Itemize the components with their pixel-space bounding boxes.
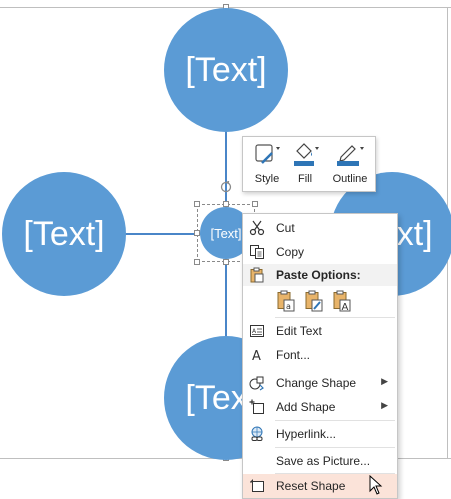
hyperlink-icon [249, 426, 265, 442]
fill-button[interactable]: Fill [287, 141, 323, 189]
edit-text-icon: A [249, 323, 265, 339]
menu-item-save-as-picture-label: Save as Picture... [276, 454, 371, 468]
paste-keep-source-icon[interactable] [304, 290, 324, 312]
fill-bucket-icon [290, 141, 320, 167]
circle-top[interactable]: [Text] [164, 8, 288, 132]
copy-icon [249, 244, 265, 260]
circle-left[interactable]: [Text] [2, 172, 126, 296]
mouse-cursor-icon [369, 474, 383, 495]
menu-item-hyperlink-label: Hyperlink... [276, 427, 337, 441]
slide-canvas[interactable]: [Text] [Text] [Text] [Text] [Text] [0, 0, 451, 499]
outline-label: Outline [332, 173, 368, 185]
menu-item-add-shape-label: Add Shape [276, 400, 336, 414]
menu-item-font-label: Font... [276, 348, 311, 362]
menu-item-copy[interactable]: Copy [243, 240, 397, 264]
resize-handle-bl[interactable] [194, 259, 200, 265]
connector-top [225, 130, 227, 210]
style-button[interactable]: Style [249, 141, 285, 189]
menu-item-change-shape-label: Change Shape [276, 376, 357, 390]
add-shape-icon [249, 399, 265, 415]
circle-left-label: [Text] [23, 214, 105, 253]
menu-item-font[interactable]: A Font... [243, 343, 397, 367]
paste-destination-theme-icon[interactable]: a [276, 290, 296, 312]
submenu-arrow-icon: ▶ [381, 400, 388, 410]
menu-separator [275, 317, 395, 318]
menu-item-cut[interactable]: Cut [243, 216, 397, 240]
scissors-icon [249, 220, 265, 236]
paste-options-header: Paste Options: [243, 264, 397, 286]
resize-handle-bc[interactable] [223, 259, 229, 265]
submenu-arrow-icon: ▶ [381, 376, 388, 386]
resize-handle-tr[interactable] [252, 201, 258, 207]
change-shape-icon [249, 375, 265, 391]
resize-handle-tc[interactable] [223, 201, 229, 207]
menu-item-change-shape[interactable]: Change Shape ▶ [243, 371, 397, 395]
menu-item-edit-text[interactable]: A Edit Text [243, 319, 397, 343]
menu-item-save-as-picture[interactable]: Save as Picture... [243, 449, 397, 473]
outline-pen-icon [335, 141, 365, 167]
paste-options-label: Paste Options: [276, 268, 361, 282]
outline-button[interactable]: Outline [327, 141, 373, 189]
connector-bottom [225, 258, 227, 338]
menu-item-reset-shape-label: Reset Shape [276, 479, 346, 493]
menu-item-hyperlink[interactable]: Hyperlink... [243, 422, 397, 446]
menu-item-add-shape[interactable]: Add Shape ▶ [243, 395, 397, 419]
resize-handle-tl[interactable] [194, 201, 200, 207]
clipboard-icon [249, 267, 265, 283]
menu-separator [275, 420, 395, 421]
reset-shape-icon [249, 478, 265, 494]
rotate-handle-icon[interactable] [220, 180, 232, 193]
style-label: Style [254, 173, 280, 185]
fill-label: Fill [297, 173, 313, 185]
menu-separator [275, 447, 395, 448]
circle-top-label: [Text] [185, 50, 267, 89]
shape-style-icon [252, 141, 282, 167]
menu-item-edit-text-label: Edit Text [276, 324, 322, 338]
resize-handle-ml[interactable] [194, 230, 200, 236]
svg-text:a: a [286, 302, 291, 311]
connector-left [124, 233, 204, 235]
svg-text:A: A [252, 349, 261, 363]
menu-item-cut-label: Cut [276, 221, 295, 235]
font-icon: A [249, 347, 265, 364]
mini-toolbar: Style Fill Outline [242, 136, 376, 192]
context-menu: Cut Copy Paste Options: a A A Edit Text … [242, 213, 398, 499]
paste-text-only-icon[interactable]: A [332, 290, 352, 313]
svg-text:A: A [342, 302, 349, 312]
menu-item-copy-label: Copy [276, 245, 305, 259]
